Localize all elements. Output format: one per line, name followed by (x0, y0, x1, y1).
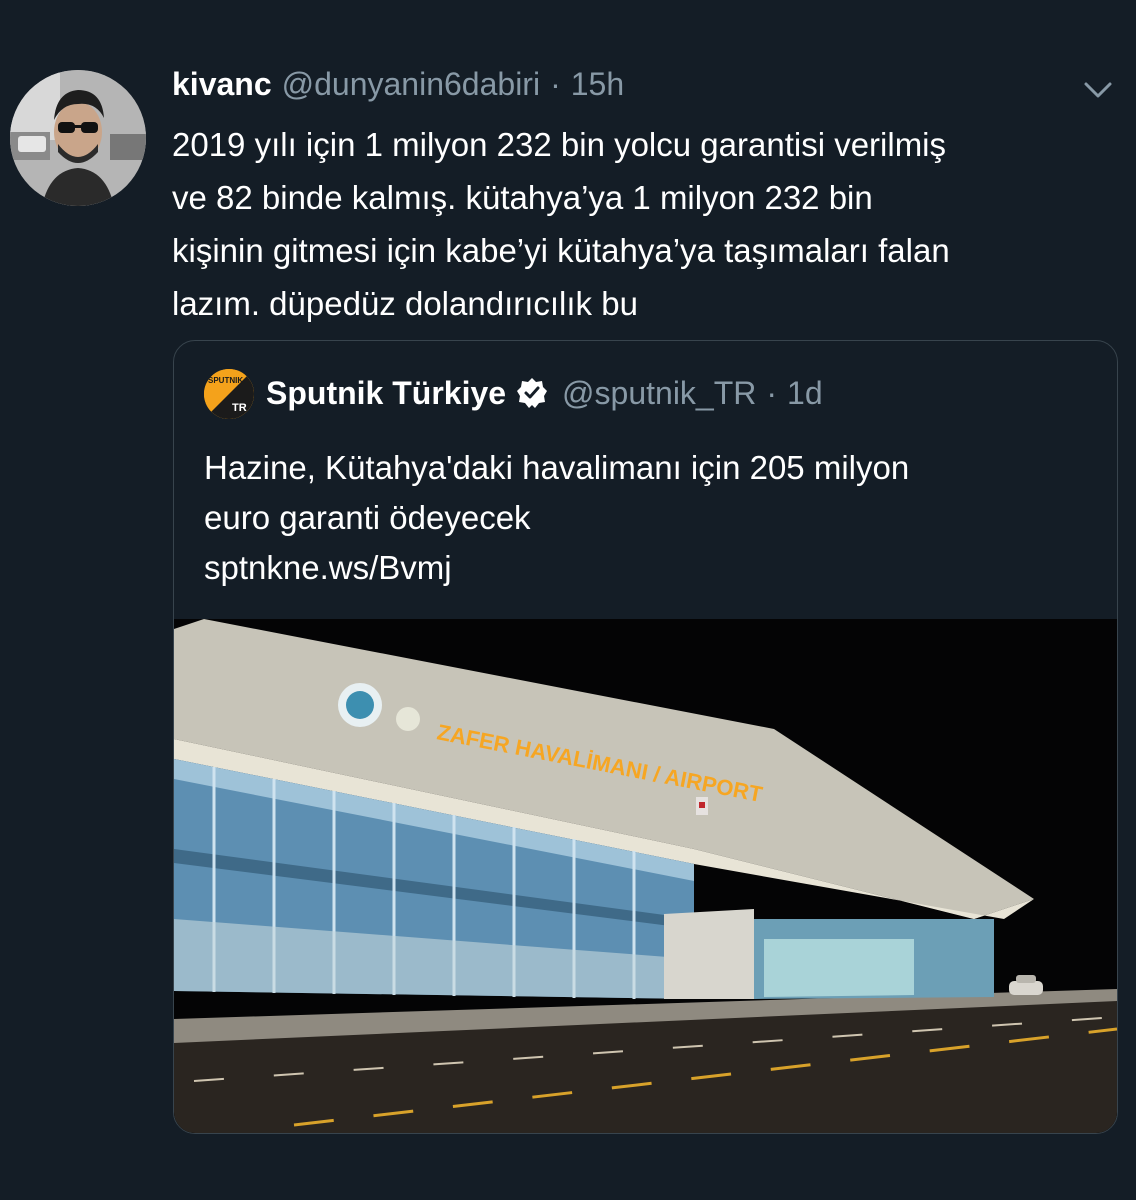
quoted-separator-dot: · (766, 374, 778, 411)
quoted-link[interactable]: sptnkne.ws/Bvmj (204, 543, 1084, 593)
quoted-avatar-badge-text: TR (232, 402, 247, 414)
tweet-text: 2019 yılı için 1 milyon 232 bin yolcu ga… (172, 118, 1122, 330)
tweet-header: kivanc @dunyanin6dabiri · 15h (172, 66, 624, 110)
timestamp[interactable]: 15h (571, 66, 624, 103)
tweet-text-line: kişinin gitmesi için kabe’yi kütahya’ya … (172, 232, 950, 269)
quoted-timestamp[interactable]: 1d (787, 375, 823, 412)
tweet[interactable]: kivanc @dunyanin6dabiri · 15h 2019 yılı … (0, 0, 1136, 1200)
tweet-text-line: 2019 yılı için 1 milyon 232 bin yolcu ga… (172, 126, 947, 163)
quoted-text-line: Hazine, Kütahya'daki havalimanı için 205… (204, 449, 910, 486)
quoted-tweet[interactable]: SPUTNIK TR Sputnik Türkiye @sputnik_TR ·… (173, 340, 1118, 1134)
airport-night-image: ZAFER HAVALİMANI / AIRPORT (174, 619, 1117, 1133)
quoted-header: Sputnik Türkiye @sputnik_TR · 1d (266, 371, 823, 415)
chevron-down-icon[interactable] (1080, 78, 1116, 102)
avatar[interactable] (10, 70, 146, 206)
quoted-avatar-logo-text: SPUTNIK (208, 376, 243, 385)
sputnik-logo-icon: SPUTNIK TR (204, 369, 254, 419)
quoted-author-handle[interactable]: @sputnik_TR (562, 375, 756, 412)
separator-dot: · (550, 66, 561, 102)
tweet-text-line: ve 82 binde kalmış. kütahya’ya 1 milyon … (172, 179, 873, 216)
quoted-author-name[interactable]: Sputnik Türkiye (266, 375, 506, 412)
tweet-text-line: lazım. düpedüz dolandırıcılık bu (172, 285, 638, 322)
avatar-photo (10, 70, 146, 206)
author-name[interactable]: kivanc (172, 66, 272, 103)
author-handle[interactable]: @dunyanin6dabiri (282, 66, 540, 103)
quoted-avatar[interactable]: SPUTNIK TR (204, 369, 254, 419)
verified-badge-icon (517, 378, 548, 408)
airport-photo[interactable]: ZAFER HAVALİMANI / AIRPORT (174, 619, 1117, 1133)
quoted-text-line: euro garanti ödeyecek (204, 499, 531, 536)
quoted-text: Hazine, Kütahya'daki havalimanı için 205… (204, 443, 1084, 593)
